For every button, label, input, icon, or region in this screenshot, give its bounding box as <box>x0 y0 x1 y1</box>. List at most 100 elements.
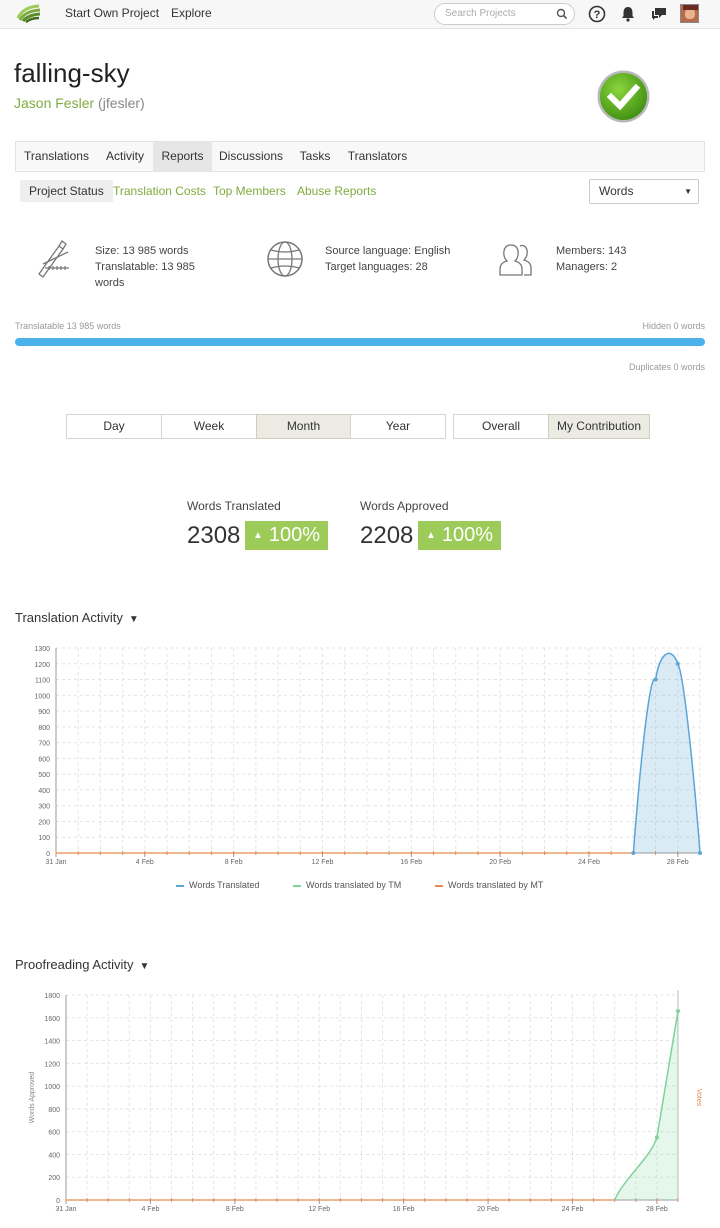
tab-activity[interactable]: Activity <box>97 142 153 171</box>
words-translated-point <box>631 851 636 855</box>
words-translated-change-badge: ▲ 100% <box>245 521 329 550</box>
notifications-bell-icon[interactable] <box>619 5 637 23</box>
x-tick-label: 28 Feb <box>646 1206 668 1213</box>
proofreading-activity-title: Proofreading Activity <box>15 957 134 972</box>
period-day-button[interactable]: Day <box>66 414 162 439</box>
legend-words-by-tm-label: Words translated by TM <box>306 880 402 890</box>
tab-discussions[interactable]: Discussions <box>212 142 290 171</box>
x-tick-label: 20 Feb <box>489 859 511 866</box>
tab-translators[interactable]: Translators <box>340 142 415 171</box>
members-count-text: Members: 143 <box>556 245 627 257</box>
legend-words-by-tm[interactable]: Words translated by TM <box>293 880 401 890</box>
translation-activity-chart: 0 100 200 300 400 500 600 700 800 900 1000 1100 1200… <box>34 646 702 866</box>
search-icon[interactable] <box>556 8 568 20</box>
arrow-up-icon: ▲ <box>253 530 263 541</box>
y-tick-label: 400 <box>48 1152 60 1159</box>
y-tick-label: 500 <box>38 772 50 779</box>
y2-axis-label: Votes <box>695 1089 702 1107</box>
owner-name-link[interactable]: Jason Fesler <box>14 95 94 111</box>
y-tick-label: 1100 <box>35 678 50 685</box>
x-tick-label: 4 Feb <box>136 859 154 866</box>
legend-words-by-mt-label: Words translated by MT <box>448 880 544 890</box>
unit-select[interactable]: Words ▼ <box>589 179 699 204</box>
translatable-progress-label: Translatable 13 985 words <box>15 321 121 331</box>
y-tick-label: 600 <box>38 756 50 763</box>
arrow-up-icon: ▲ <box>426 530 436 541</box>
translatable-text: Translatable: 13 985 <box>95 261 195 273</box>
translation-activity-toggle[interactable]: Translation Activity ▼ <box>15 610 139 625</box>
y-tick-label: 200 <box>48 1175 60 1182</box>
subtab-top-members[interactable]: Top Members <box>213 180 286 202</box>
y-tick-label: 700 <box>38 741 50 748</box>
help-icon[interactable]: ? <box>588 5 606 23</box>
x-tick-label: 24 Feb <box>578 859 600 866</box>
messages-icon[interactable] <box>650 5 668 23</box>
tab-reports[interactable]: Reports <box>153 142 212 171</box>
duplicates-label: Duplicates 0 words <box>628 362 705 372</box>
user-avatar[interactable] <box>680 4 699 23</box>
managers-count-text: Managers: 2 <box>556 261 618 273</box>
start-own-project-link[interactable]: Start Own Project <box>65 6 159 20</box>
target-languages-text: Target languages: 28 <box>325 261 428 273</box>
explore-link[interactable]: Explore <box>171 6 212 20</box>
chevron-down-icon: ▼ <box>139 961 150 972</box>
y-tick-label: 1400 <box>44 1039 60 1046</box>
y-tick-label: 1200 <box>34 662 50 669</box>
globe-icon <box>267 241 303 277</box>
x-tick-label: 4 Feb <box>141 1206 159 1213</box>
period-week-button[interactable]: Week <box>161 414 257 439</box>
tab-tasks[interactable]: Tasks <box>290 142 340 171</box>
translatable-progress-bar <box>15 338 705 346</box>
period-year-button[interactable]: Year <box>350 414 446 439</box>
legend-words-translated-label: Words Translated <box>189 880 260 890</box>
y-tick-label: 1300 <box>34 646 50 653</box>
y-tick-label: 0 <box>46 851 50 858</box>
y-axis-label: Words Approved <box>29 1072 36 1124</box>
subtab-project-status[interactable]: Project Status <box>20 180 113 202</box>
words-translated-point <box>675 661 680 666</box>
tab-translations[interactable]: Translations <box>16 142 97 171</box>
words-approved-label: Words Approved <box>360 499 449 513</box>
subtab-abuse-reports[interactable]: Abuse Reports <box>297 180 376 202</box>
y-tick-label: 800 <box>38 725 50 732</box>
proofreading-activity-toggle[interactable]: Proofreading Activity ▼ <box>15 957 149 972</box>
x-tick-label: 20 Feb <box>477 1206 499 1213</box>
words-translated-change: 100% <box>268 524 321 546</box>
y-tick-label: 200 <box>38 819 50 826</box>
legend-words-translated[interactable]: Words Translated <box>176 880 259 890</box>
words-approved-point <box>654 1135 659 1140</box>
logo-icon[interactable] <box>15 4 43 24</box>
status-check-icon <box>597 70 650 123</box>
words-approved-area <box>614 1010 678 1200</box>
search-box[interactable] <box>434 3 575 25</box>
project-title: falling-sky <box>14 58 130 88</box>
proofreading-activity-chart: 0 200 400 600 800 1000 1200 1400 1600 1800 31 Jan 4… <box>29 990 702 1213</box>
owner-handle: (jfesler) <box>98 95 145 111</box>
x-tick-label: 24 Feb <box>562 1206 584 1213</box>
y-tick-label: 1000 <box>34 693 50 700</box>
words-approved-point <box>676 1008 680 1013</box>
translation-activity-title: Translation Activity <box>15 610 123 625</box>
y-tick-label: 900 <box>38 709 50 716</box>
top-navbar: Start Own Project Explore ? <box>0 0 720 29</box>
y-tick-label: 400 <box>38 788 50 795</box>
period-month-button[interactable]: Month <box>256 414 351 439</box>
size-stats: Size: 13 985 words Translatable: 13 985 … <box>95 243 195 291</box>
project-tabs: Translations Activity Reports Discussion… <box>15 141 705 172</box>
x-tick-label: 8 Feb <box>225 859 243 866</box>
x-tick-label: 12 Feb <box>312 859 334 866</box>
search-input[interactable] <box>445 8 555 19</box>
legend-words-by-mt[interactable]: Words translated by MT <box>435 880 543 890</box>
words-approved-change: 100% <box>441 524 494 546</box>
pen-ruler-icon <box>38 240 69 278</box>
x-tick-label: 31 Jan <box>45 859 66 866</box>
y-tick-label: 1000 <box>44 1084 60 1091</box>
y-tick-label: 0 <box>56 1198 60 1205</box>
y-tick-label: 1200 <box>44 1061 60 1068</box>
words-translated-value: 2308 <box>187 522 241 549</box>
scope-overall-button[interactable]: Overall <box>453 414 549 439</box>
language-stats: Source language: English Target language… <box>325 243 450 275</box>
scope-my-contribution-button[interactable]: My Contribution <box>548 414 650 439</box>
chevron-down-icon: ▼ <box>128 614 139 625</box>
subtab-translation-costs[interactable]: Translation Costs <box>113 180 206 202</box>
